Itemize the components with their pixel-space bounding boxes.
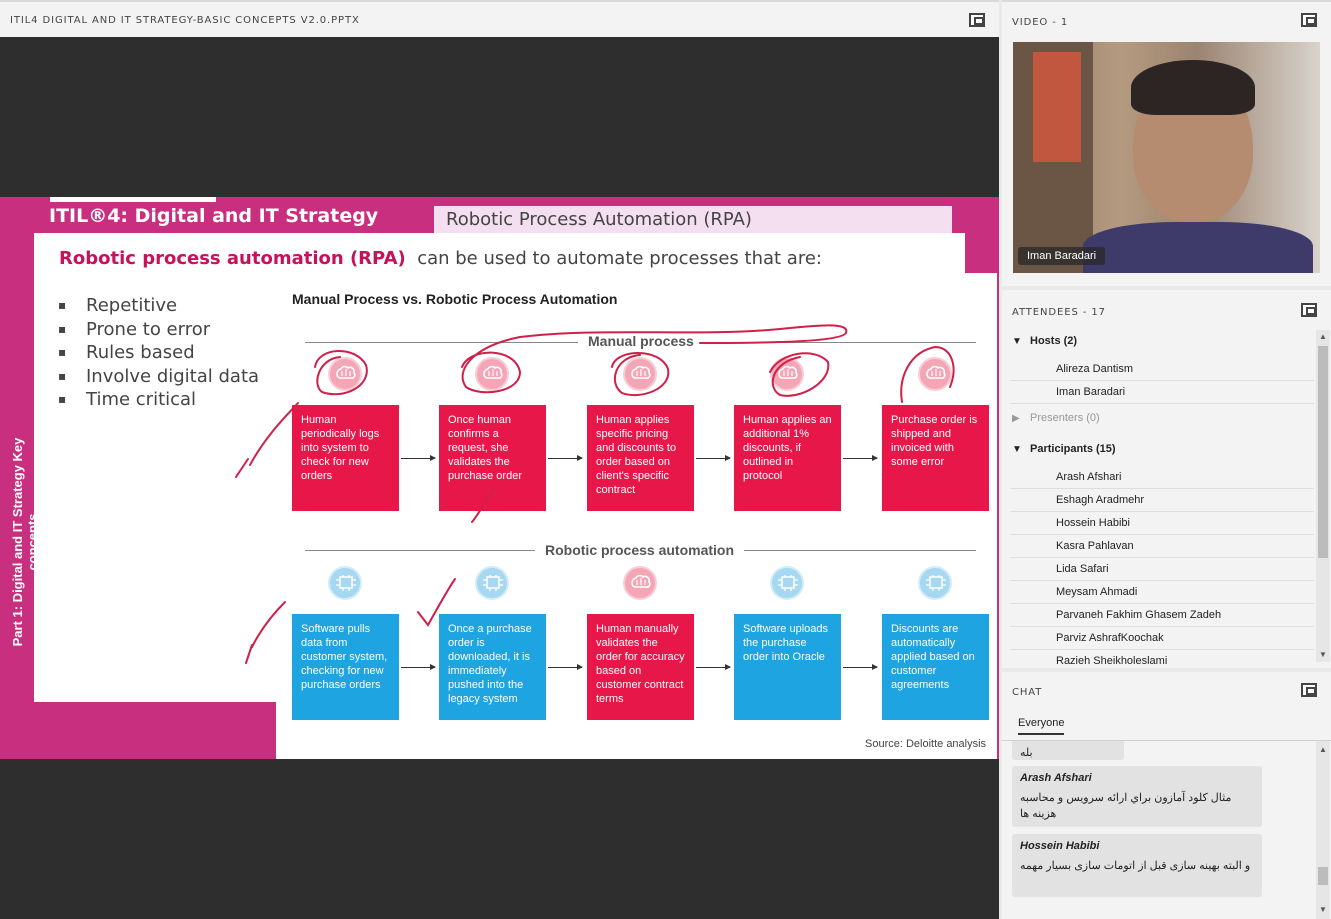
attendee-name: Parviz AshrafKoochak [1056, 632, 1164, 644]
video-name-label: Iman Baradari [1018, 247, 1106, 265]
chat-message-author: Hossein Habibi [1020, 840, 1100, 852]
chat-message-text: مثال کلود آمازون براي ارائه سرويس و محاس… [1020, 792, 1232, 820]
scroll-up-icon[interactable]: ▲ [1319, 332, 1327, 341]
chat-message: Arash Afshari مثال کلود آمازون براي ارائ… [1012, 766, 1262, 827]
attendee-name: Lida Safari [1056, 563, 1109, 575]
person-shirt [1083, 222, 1313, 273]
pen-annotations [235, 324, 955, 664]
presenters-group-header[interactable]: ▶ Presenters (0) [1012, 412, 1100, 424]
hosts-group-header[interactable]: ▼ Hosts (2) [1012, 335, 1077, 347]
maximize-icon[interactable] [1301, 13, 1317, 27]
attendee-name: Razieh Sheikholeslami [1056, 655, 1168, 667]
hosts-label: Hosts (2) [1030, 335, 1078, 347]
participants-group-header[interactable]: ▼ Participants (15) [1012, 443, 1116, 455]
chevron-right-icon: ▶ [1012, 413, 1020, 424]
chat-message: Hossein Habibi و البته بهینه سازی قبل از… [1012, 834, 1262, 897]
attendee-row[interactable]: Parviz AshrafKoochak [1010, 627, 1314, 650]
attendee-row[interactable]: Hossein Habibi [1010, 512, 1314, 535]
attendee-row[interactable]: Razieh Sheikholeslami [1010, 650, 1314, 673]
presentation-slide: ITIL®4: Digital and IT Strategy Robotic … [0, 197, 999, 759]
chat-message-partial: بله [1012, 741, 1124, 760]
scroll-down-icon[interactable]: ▼ [1319, 650, 1327, 659]
maximize-icon[interactable] [969, 13, 985, 27]
chat-message-text: بله [1020, 747, 1033, 759]
presenters-label: Presenters (0) [1030, 412, 1100, 424]
chat-pod: CHAT Everyone بله Arash Afshari مثال کلو… [1002, 672, 1331, 919]
chat-pod-title: CHAT [1012, 687, 1043, 698]
attendee-row[interactable]: Alireza Dantism [1010, 358, 1314, 381]
maximize-icon[interactable] [1301, 303, 1317, 317]
attendees-pod: ATTENDEES - 17 ▼ Hosts (2) Alireza Dantis… [1002, 290, 1331, 673]
attendee-row[interactable]: Parvaneh Fakhim Ghasem Zadeh [1010, 604, 1314, 627]
attendee-name: Hossein Habibi [1056, 517, 1130, 529]
chat-scrollbar[interactable]: ▲ ▼ [1316, 741, 1330, 919]
attendee-name: Parvaneh Fakhim Ghasem Zadeh [1056, 609, 1222, 621]
share-pod: ITIL4 DIGITAL AND IT STRATEGY-BASIC CONC… [0, 0, 999, 919]
chat-messages: بله Arash Afshari مثال کلود آمازون براي … [1012, 741, 1312, 919]
attendee-name: Meysam Ahmadi [1056, 586, 1138, 598]
attendee-row[interactable]: Meysam Ahmadi [1010, 581, 1314, 604]
attendee-row[interactable]: Lida Safari [1010, 558, 1314, 581]
scroll-up-icon[interactable]: ▲ [1319, 745, 1327, 754]
scroll-down-icon[interactable]: ▼ [1319, 905, 1327, 914]
maximize-icon[interactable] [1301, 683, 1317, 697]
share-pod-title: ITIL4 DIGITAL AND IT STRATEGY-BASIC CONC… [10, 15, 360, 26]
attendee-name: Alireza Dantism [1056, 363, 1134, 375]
person-hair [1131, 60, 1255, 115]
video-background-art [1033, 52, 1081, 162]
chat-message-author: Arash Afshari [1020, 772, 1092, 784]
attendee-row[interactable]: Kasra Pahlavan [1010, 535, 1314, 558]
share-pod-header: ITIL4 DIGITAL AND IT STRATEGY-BASIC CONC… [0, 0, 999, 37]
attendees-scrollbar[interactable]: ▲ ▼ [1316, 330, 1330, 662]
attendee-row[interactable]: Iman Baradari [1010, 381, 1314, 404]
chevron-down-icon: ▼ [1012, 444, 1022, 455]
video-pod-title: VIDEO - 1 [1012, 17, 1069, 28]
participants-label: Participants (15) [1030, 443, 1116, 455]
attendee-row[interactable]: Arash Afshari [1010, 466, 1314, 489]
video-pod: VIDEO - 1 Iman Baradari [1002, 0, 1331, 286]
attendee-row[interactable]: Eshagh Aradmehr [1010, 489, 1314, 512]
video-feed[interactable]: Iman Baradari [1013, 42, 1320, 273]
attendee-name: Iman Baradari [1056, 386, 1126, 398]
chat-tab-everyone[interactable]: Everyone [1018, 717, 1065, 735]
attendee-name: Eshagh Aradmehr [1056, 494, 1145, 506]
scrollbar-thumb[interactable] [1318, 346, 1328, 558]
attendee-name: Kasra Pahlavan [1056, 540, 1134, 552]
chat-message-text: و البته بهینه سازی قبل از اتومات سازی بس… [1020, 860, 1251, 872]
scrollbar-thumb[interactable] [1318, 867, 1328, 885]
chevron-down-icon: ▼ [1012, 336, 1022, 347]
attendees-pod-title: ATTENDEES - 17 [1012, 307, 1106, 318]
attendee-name: Arash Afshari [1056, 471, 1122, 483]
